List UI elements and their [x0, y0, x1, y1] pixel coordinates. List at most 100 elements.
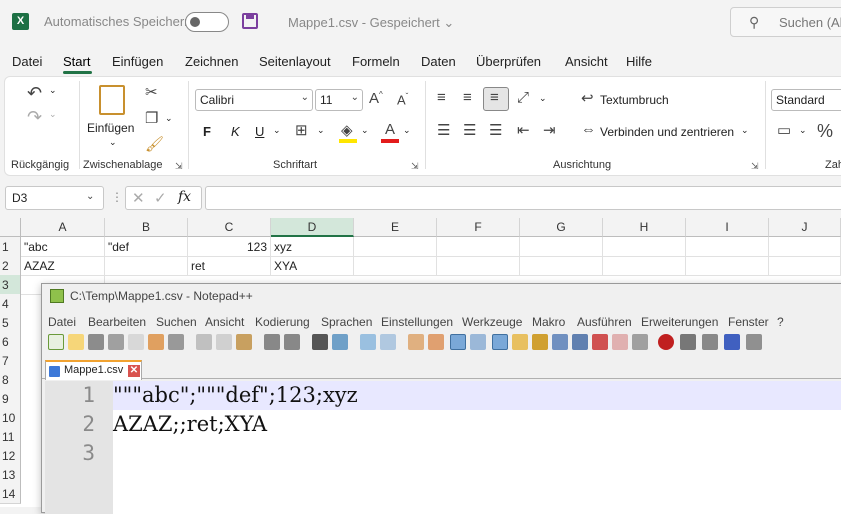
fill-dropdown-icon[interactable]: ⌄ [361, 125, 369, 136]
search-box[interactable]: ⚲ Suchen (Alt [730, 7, 841, 37]
close-all-icon[interactable] [148, 334, 164, 350]
grow-font-icon[interactable]: A^ [369, 90, 383, 107]
eye-icon[interactable] [632, 334, 648, 350]
fill-color-icon[interactable]: ◈ [341, 121, 353, 139]
row-header[interactable]: 8 [0, 370, 21, 390]
run-macro-multiple-icon[interactable] [724, 334, 740, 350]
enter-icon[interactable]: ✓ [154, 189, 167, 207]
open-file-icon[interactable] [68, 334, 84, 350]
cell[interactable] [603, 256, 686, 276]
sync-vertical-icon[interactable] [408, 334, 424, 350]
copy-icon[interactable]: ❐ [145, 109, 158, 127]
close-file-icon[interactable] [128, 334, 144, 350]
cut-icon[interactable] [196, 334, 212, 350]
row-header[interactable]: 6 [0, 332, 21, 352]
formula-input[interactable] [205, 186, 841, 210]
npp-menu-settings[interactable]: Einstellungen [381, 315, 453, 329]
merge-dropdown-icon[interactable]: ⌄ [741, 125, 749, 136]
font-color-dropdown-icon[interactable]: ⌄ [403, 125, 411, 136]
paste-dropdown-icon[interactable]: ⌄ [109, 137, 117, 148]
row-header[interactable]: 5 [0, 313, 21, 333]
column-header[interactable]: F [437, 218, 520, 237]
npp-menu-help[interactable]: ? [777, 315, 784, 329]
row-header[interactable]: 14 [0, 484, 21, 504]
font-launcher-icon[interactable]: ⇲ [411, 161, 419, 172]
npp-menu-window[interactable]: Fenster [728, 315, 769, 329]
align-center-icon[interactable]: ☰ [463, 121, 476, 139]
tab-formulas[interactable]: Formeln [352, 54, 400, 69]
new-file-icon[interactable] [48, 334, 64, 350]
orientation-icon[interactable]: ⤢ [517, 89, 529, 106]
cell-d1[interactable]: xyz [271, 237, 354, 257]
column-header[interactable]: A [21, 218, 105, 237]
npp-menu-tools[interactable]: Werkzeuge [462, 315, 522, 329]
save-icon[interactable] [242, 13, 258, 29]
function-list-icon[interactable] [552, 334, 568, 350]
cell[interactable] [686, 256, 769, 276]
underline-button[interactable]: U [255, 124, 264, 139]
font-name-select[interactable]: Calibri ⌄ [195, 89, 313, 111]
file-tab[interactable]: Mappe1.csv ✕ [45, 360, 142, 380]
document-title[interactable]: Mappe1.csv - Gespeichert ⌄ [288, 15, 454, 31]
column-header[interactable]: C [188, 218, 271, 237]
italic-button[interactable]: K [231, 124, 240, 139]
row-header[interactable]: 9 [0, 389, 21, 409]
word-wrap-icon[interactable] [450, 334, 466, 350]
cell[interactable] [769, 256, 841, 276]
chevron-down-icon[interactable]: ⌄ [86, 191, 94, 202]
column-header[interactable]: J [769, 218, 841, 237]
cell-b1[interactable]: "def [105, 237, 188, 257]
row-header[interactable]: 4 [0, 294, 21, 314]
column-header[interactable]: E [354, 218, 437, 237]
zoom-in-icon[interactable] [360, 334, 376, 350]
column-header[interactable]: I [686, 218, 769, 237]
more-options-icon[interactable]: ⋮ [111, 190, 123, 204]
stop-macro-icon[interactable] [680, 334, 696, 350]
editor[interactable]: 1 2 3 """abc";"""def";123;xyz AZAZ;;ret;… [45, 381, 841, 514]
cell[interactable] [686, 237, 769, 257]
sync-horizontal-icon[interactable] [428, 334, 444, 350]
tab-insert[interactable]: Einfügen [112, 54, 163, 69]
column-header[interactable]: D [271, 218, 354, 237]
npp-menu-search[interactable]: Suchen [156, 315, 197, 329]
tab-file[interactable]: Datei [12, 54, 42, 69]
orientation-dropdown-icon[interactable]: ⌄ [539, 93, 547, 104]
row-header[interactable]: 1 [0, 237, 21, 257]
column-header[interactable]: B [105, 218, 188, 237]
row-header[interactable]: 10 [0, 408, 21, 428]
code-line[interactable] [113, 439, 841, 468]
row-header[interactable]: 3 [0, 275, 21, 295]
font-color-icon[interactable]: A [385, 121, 395, 138]
udl-icon[interactable] [512, 334, 528, 350]
column-header[interactable]: G [520, 218, 603, 237]
code-line[interactable]: """abc";"""def";123;xyz [113, 381, 841, 410]
tab-draw[interactable]: Zeichnen [185, 54, 238, 69]
npp-menu-macro[interactable]: Makro [532, 315, 565, 329]
npp-menu-language[interactable]: Sprachen [321, 315, 372, 329]
replace-icon[interactable] [332, 334, 348, 350]
tab-page-layout[interactable]: Seitenlayout [259, 54, 331, 69]
redo-icon[interactable] [284, 334, 300, 350]
doc-map-icon[interactable] [532, 334, 548, 350]
find-icon[interactable] [312, 334, 328, 350]
monitoring-icon[interactable] [592, 334, 608, 350]
wrap-text-icon[interactable]: ↩ [581, 89, 594, 107]
align-left-icon[interactable]: ☰ [437, 121, 450, 139]
npp-menu-file[interactable]: Datei [48, 315, 76, 329]
tab-review[interactable]: Überprüfen [476, 54, 541, 69]
play-macro-icon[interactable] [702, 334, 718, 350]
close-icon[interactable]: ✕ [128, 365, 140, 377]
undo-icon[interactable]: ↶ [27, 83, 42, 104]
tab-view[interactable]: Ansicht [565, 54, 608, 69]
cancel-icon[interactable]: ✕ [132, 189, 145, 207]
percent-icon[interactable]: % [817, 121, 833, 142]
wrap-text-button[interactable]: Textumbruch [600, 93, 669, 107]
save-icon[interactable] [88, 334, 104, 350]
copy-dropdown-icon[interactable]: ⌄ [165, 113, 173, 124]
indent-guide-icon[interactable] [492, 334, 508, 350]
tab-home[interactable]: Start [63, 54, 90, 69]
npp-menu-encoding[interactable]: Kodierung [255, 315, 310, 329]
code-line[interactable]: AZAZ;;ret;XYA [113, 410, 841, 439]
underline-dropdown-icon[interactable]: ⌄ [273, 125, 281, 136]
decrease-indent-icon[interactable]: ⇤ [517, 121, 530, 139]
